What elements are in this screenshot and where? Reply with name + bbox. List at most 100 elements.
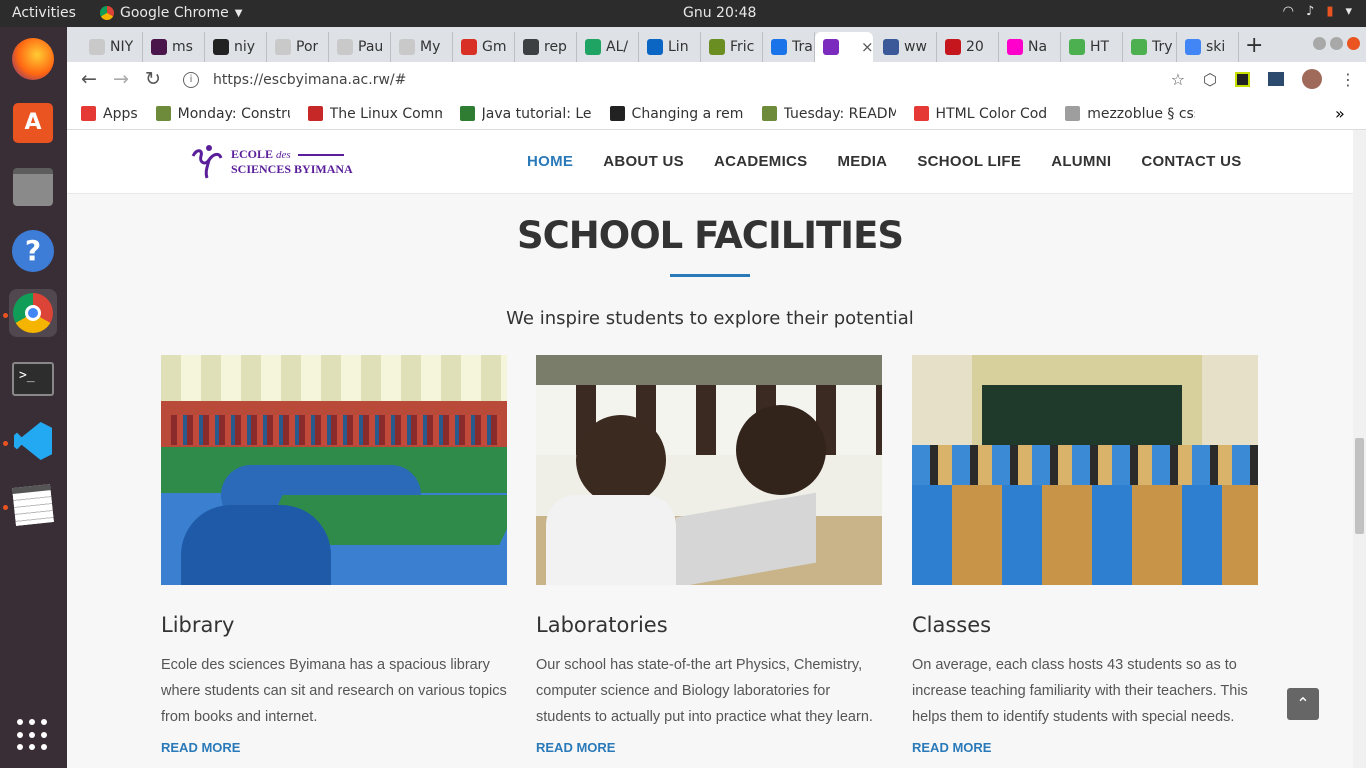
browser-tab[interactable]: × — [815, 32, 874, 62]
more-bookmarks-button[interactable]: » — [1335, 104, 1348, 123]
nav-school-life[interactable]: SCHOOL LIFE — [917, 153, 1021, 170]
maximize-button[interactable] — [1330, 37, 1343, 50]
new-tab-button[interactable]: + — [1245, 33, 1263, 58]
read-more-link[interactable]: READ MORE — [912, 740, 1258, 755]
bookmark-item[interactable]: mezzoblue § css — [1065, 106, 1195, 122]
tab-title: ms — [172, 39, 193, 55]
card-text: On average, each class hosts 43 students… — [912, 657, 1248, 725]
nav-contact-us[interactable]: CONTACT US — [1141, 153, 1241, 170]
power-menu-icon: ▾ — [1345, 4, 1352, 19]
tab-title: ski — [1206, 39, 1226, 55]
bookmark-item[interactable]: Monday: Constru — [155, 106, 290, 122]
tab-favicon-icon — [337, 39, 353, 55]
tab-favicon-icon — [461, 39, 477, 55]
browser-tab[interactable]: HT — [1061, 32, 1123, 62]
browser-tab[interactable]: NIY — [81, 32, 143, 62]
browser-tab[interactable]: Na — [999, 32, 1061, 62]
profile-avatar[interactable] — [1302, 69, 1322, 89]
browser-tab[interactable]: ww — [875, 32, 937, 62]
browser-tab[interactable]: Lin — [639, 32, 701, 62]
tab-favicon-icon — [275, 39, 291, 55]
chrome-icon — [13, 293, 53, 333]
bookmark-item[interactable]: Changing a remo — [609, 106, 744, 122]
tab-favicon-icon — [1007, 39, 1023, 55]
bookmark-favicon-icon — [913, 106, 929, 121]
extension-icon[interactable] — [1235, 71, 1250, 87]
card-text: Ecole des sciences Byimana has a spaciou… — [161, 657, 507, 725]
scrollbar-thumb[interactable] — [1355, 438, 1364, 534]
bookmark-item[interactable]: Java tutorial: Le — [459, 106, 592, 122]
logo-figures-icon — [191, 145, 223, 179]
show-applications-icon[interactable] — [17, 719, 49, 751]
bookmark-item[interactable]: HTML Color Cod — [913, 105, 1048, 122]
browser-tab[interactable]: AL/ — [577, 32, 639, 62]
info-icon[interactable]: i — [183, 72, 199, 88]
tab-title: Fric — [730, 39, 755, 55]
browser-tab[interactable]: Pau — [329, 32, 391, 62]
browser-tab[interactable]: Tra — [763, 32, 815, 62]
firefox-icon — [12, 38, 54, 80]
software-center-launcher[interactable]: A — [9, 99, 57, 147]
nav-media[interactable]: MEDIA — [837, 153, 887, 170]
extension-cube-icon[interactable]: ⬡ — [1203, 70, 1217, 89]
bookmark-item[interactable]: Tuesday: READM — [761, 106, 896, 122]
browser-tab[interactable]: Por — [267, 32, 329, 62]
browser-tab[interactable]: Try — [1123, 32, 1177, 62]
nav-about-us[interactable]: ABOUT US — [603, 153, 684, 170]
bookmark-item[interactable]: The Linux Comm — [307, 106, 442, 122]
nav-academics[interactable]: ACADEMICS — [714, 153, 808, 170]
notepad-icon — [12, 484, 54, 526]
vscode-launcher[interactable] — [9, 417, 57, 465]
browser-tab[interactable]: Gm — [453, 32, 515, 62]
system-tray[interactable]: ◠ ♪ ▮ ▾ — [1283, 4, 1352, 19]
menu-kebab-icon[interactable]: ⋮ — [1340, 70, 1356, 89]
browser-tab[interactable]: ski — [1177, 32, 1239, 62]
main-menu: HOME ABOUT US ACADEMICS MEDIA SCHOOL LIFE ALU… — [527, 153, 1242, 170]
extension-screen-icon[interactable] — [1268, 72, 1284, 86]
window-close-button[interactable] — [1347, 37, 1360, 50]
bookmark-star-icon[interactable]: ☆ — [1171, 70, 1185, 89]
tab-favicon-icon — [1069, 39, 1085, 55]
app-name: Google Chrome — [120, 5, 229, 21]
tab-favicon-icon — [945, 39, 961, 55]
card-text: Our school has state-of-the art Physics,… — [536, 657, 873, 725]
reload-icon[interactable]: ↻ — [145, 68, 161, 90]
tab-favicon-icon — [151, 39, 167, 55]
chrome-icon — [100, 6, 114, 20]
browser-tab[interactable]: 20 — [937, 32, 999, 62]
help-launcher[interactable]: ? — [9, 227, 57, 275]
read-more-link[interactable]: READ MORE — [161, 740, 507, 755]
nav-alumni[interactable]: ALUMNI — [1051, 153, 1111, 170]
tab-favicon-icon — [585, 39, 601, 55]
browser-tab[interactable]: My — [391, 32, 453, 62]
minimize-button[interactable] — [1313, 37, 1326, 50]
close-tab-icon[interactable]: × — [861, 38, 874, 56]
address-bar[interactable]: i https://escbyimana.ac.rw/# — [171, 65, 1181, 95]
tab-favicon-icon — [523, 39, 539, 55]
terminal-launcher[interactable]: >_ — [9, 355, 57, 403]
clock[interactable]: Gnu 20:48 — [683, 5, 756, 21]
browser-tab[interactable]: Fric — [701, 32, 763, 62]
site-logo[interactable]: ECOLE des SCIENCES BYIMANA — [189, 142, 353, 180]
browser-tab[interactable]: rep — [515, 32, 577, 62]
app-menu[interactable]: Google Chrome ▼ — [100, 5, 242, 21]
bookmark-favicon-icon — [307, 106, 323, 121]
activities-button[interactable]: Activities — [12, 5, 76, 21]
back-to-top-button[interactable]: ⌃ — [1287, 688, 1319, 720]
text-editor-launcher[interactable] — [9, 481, 57, 529]
nav-home[interactable]: HOME — [527, 153, 573, 170]
bookmark-label: HTML Color Cod — [935, 105, 1048, 122]
forward-arrow-icon[interactable]: → — [113, 68, 129, 90]
apps-shortcut[interactable]: Apps — [81, 106, 138, 122]
back-arrow-icon[interactable]: ← — [81, 68, 97, 90]
files-launcher[interactable] — [9, 163, 57, 211]
facility-card-classes: Classes On average, each class hosts 43 … — [912, 355, 1258, 755]
window-controls — [1313, 37, 1360, 50]
tab-title: niy — [234, 39, 256, 55]
firefox-launcher[interactable] — [9, 35, 57, 83]
read-more-link[interactable]: READ MORE — [536, 740, 882, 755]
chrome-launcher[interactable] — [9, 289, 57, 337]
browser-tab[interactable]: ms — [143, 32, 205, 62]
page-scrollbar[interactable] — [1353, 130, 1366, 768]
browser-tab[interactable]: niy — [205, 32, 267, 62]
